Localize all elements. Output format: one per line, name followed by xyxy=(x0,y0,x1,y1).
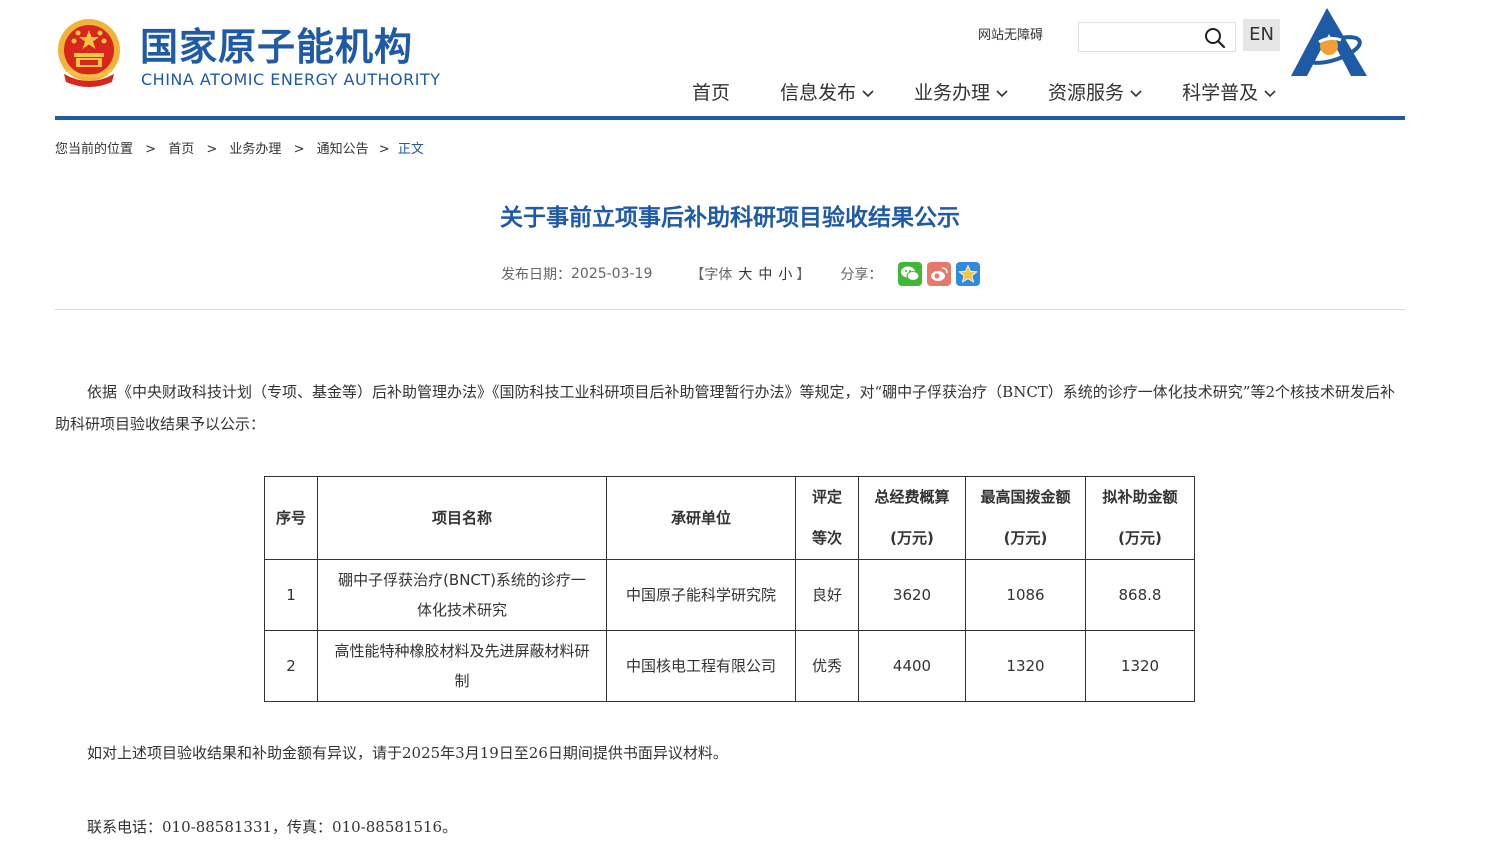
nav-item-business[interactable]: 业务办理 xyxy=(914,78,1008,108)
nav-label-resources: 资源服务 xyxy=(1048,82,1125,104)
caea-logo-icon[interactable]: CAEA xyxy=(1285,6,1373,80)
chevron-down-icon xyxy=(1130,90,1142,98)
cell-no: 2 xyxy=(264,630,318,702)
table-row: 1 硼中子俘获治疗(BNCT)系统的诊疗一 体化技术研究 中国原子能科学研究院 良… xyxy=(264,559,1195,631)
font-large-button[interactable]: 大 xyxy=(738,264,752,284)
cell-project-name: 高性能特种橡胶材料及先进屏蔽材料研制 xyxy=(317,630,607,702)
objection-note: 如对上述项目验收结果和补助金额有异议，请于2025年3月19日至26日期间提供书… xyxy=(87,744,728,762)
table-header-no: 序号 xyxy=(264,476,318,560)
share-label: 分享： xyxy=(840,267,883,283)
results-table: 序号 项目名称 承研单位 评定 等次 总经费概算 (万元) 最高国拨金额 (万元) 拟… xyxy=(264,476,1195,702)
accessibility-link[interactable]: 网站无障碍 xyxy=(978,26,1043,46)
nav-item-info-release[interactable]: 信息发布 xyxy=(780,78,874,108)
nav-item-resources[interactable]: 资源服务 xyxy=(1048,78,1142,108)
breadcrumb-separator: > xyxy=(293,142,305,157)
chevron-down-icon xyxy=(996,90,1008,98)
nav-label-home: 首页 xyxy=(692,82,731,104)
article-meta: 发布日期： 2025-03-19 【字体 大 中 小 】 分享： xyxy=(501,262,981,286)
table-header-total: 总经费概算 (万元) xyxy=(858,476,966,560)
table-header-grade: 评定 等次 xyxy=(795,476,859,560)
weibo-icon[interactable] xyxy=(927,262,952,286)
font-control-open: 【字体 xyxy=(690,267,733,283)
cell-unit: 中国核电工程有限公司 xyxy=(606,630,796,702)
nav-item-science[interactable]: 科学普及 xyxy=(1182,78,1276,108)
language-en-button[interactable]: EN xyxy=(1243,19,1280,51)
cell-subsidy: 1320 xyxy=(1085,630,1195,702)
article-title: 关于事前立项事后补助科研项目验收结果公示 xyxy=(500,205,960,231)
cell-total: 4400 xyxy=(858,630,966,702)
org-name-en: CHINA ATOMIC ENERGY AUTHORITY xyxy=(141,70,441,89)
breadcrumb-separator: > xyxy=(378,142,390,157)
font-size-control: 【字体 大 中 小 】 xyxy=(690,264,810,284)
table-header-subsidy: 拟补助金额 (万元) xyxy=(1085,476,1195,560)
nav-label-info-release: 信息发布 xyxy=(780,82,857,104)
chevron-down-icon xyxy=(1264,90,1276,98)
breadcrumb-current: 正文 xyxy=(397,142,424,157)
nav-label-business: 业务办理 xyxy=(914,82,991,104)
cell-max-grant: 1086 xyxy=(965,559,1086,631)
org-name-cn: 国家原子能机构 xyxy=(140,25,414,69)
breadcrumb-separator: > xyxy=(206,142,218,157)
breadcrumb-business[interactable]: 业务办理 xyxy=(229,142,281,157)
publish-date-label: 发布日期： xyxy=(501,267,571,283)
publish-date: 2025-03-19 xyxy=(571,266,653,282)
breadcrumb-home[interactable]: 首页 xyxy=(168,142,194,157)
cell-unit: 中国原子能科学研究院 xyxy=(606,559,796,631)
breadcrumb-separator: > xyxy=(145,142,157,157)
chevron-down-icon xyxy=(862,90,874,98)
national-emblem-icon xyxy=(58,19,120,87)
font-medium-button[interactable]: 中 xyxy=(758,264,772,284)
cell-grade: 良好 xyxy=(795,559,859,631)
table-header-unit: 承研单位 xyxy=(606,476,796,560)
cell-no: 1 xyxy=(264,559,318,631)
search-icon[interactable] xyxy=(1203,26,1227,50)
caea-logo-text: CAEA xyxy=(1316,70,1343,80)
cell-max-grant: 1320 xyxy=(965,630,1086,702)
table-row: 2 高性能特种橡胶材料及先进屏蔽材料研制 中国核电工程有限公司 优秀 4400 … xyxy=(264,630,1195,702)
cell-grade: 优秀 xyxy=(795,630,859,702)
header-divider xyxy=(55,116,1405,120)
breadcrumb: 您当前的位置 > 首页 > 业务办理 > 通知公告 > 正文 xyxy=(55,140,424,160)
contact-info: 联系电话：010-88581331，传真：010-88581516。 xyxy=(87,818,458,836)
table-header-max-grant: 最高国拨金额 (万元) xyxy=(965,476,1086,560)
breadcrumb-prefix: 您当前的位置 xyxy=(55,142,134,157)
table-header-row: 序号 项目名称 承研单位 评定 等次 总经费概算 (万元) 最高国拨金额 (万元) 拟… xyxy=(264,476,1195,560)
main-nav: 首页 信息发布 业务办理 资源服务 科学普及 xyxy=(660,78,1276,108)
intro-paragraph: 依据《中央财政科技计划（专项、基金等）后补助管理办法》《国防科技工业科研项目后补… xyxy=(55,383,1396,433)
cell-project-name: 硼中子俘获治疗(BNCT)系统的诊疗一 体化技术研究 xyxy=(317,559,607,631)
cell-subsidy: 868.8 xyxy=(1085,559,1195,631)
breadcrumb-notices[interactable]: 通知公告 xyxy=(317,142,369,157)
font-control-close: 】 xyxy=(796,267,811,283)
search-input[interactable] xyxy=(1079,23,1209,51)
font-small-button[interactable]: 小 xyxy=(778,264,792,284)
nav-label-science: 科学普及 xyxy=(1182,82,1259,104)
nav-item-home[interactable]: 首页 xyxy=(692,78,730,108)
wechat-icon[interactable] xyxy=(898,262,923,286)
table-header-name: 项目名称 xyxy=(317,476,607,560)
cell-total: 3620 xyxy=(858,559,966,631)
search-box xyxy=(1078,22,1236,52)
favorite-icon[interactable] xyxy=(956,262,981,286)
title-divider xyxy=(55,309,1405,310)
